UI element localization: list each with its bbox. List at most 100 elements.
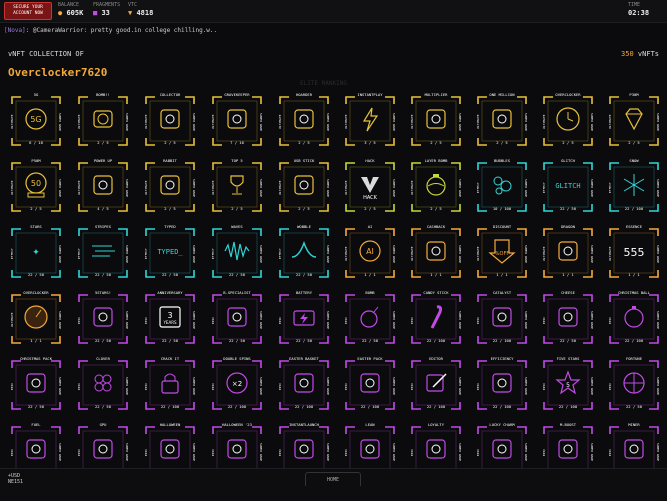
home-tab[interactable]: HOME: [305, 472, 361, 486]
card-count: 22 / 50: [295, 338, 312, 343]
vnft-card[interactable]: ESSENCE ULTIMATE SUPER RARE 555 1 / 1: [607, 224, 661, 280]
vnft-card[interactable]: CATALYST EPIC SUPER RARE 22 / 100: [475, 290, 529, 346]
vnft-card[interactable]: BOMB EPIC SUPER RARE 22 / 50: [343, 290, 397, 346]
vnft-card[interactable]: P50M ULTIMATE SUPER RARE 50 2 / 5: [9, 158, 63, 214]
card-tier: ULTIMATE: [344, 246, 348, 262]
svg-text:5G: 5G: [30, 115, 41, 124]
vnft-card[interactable]: HACK ULTIMATE SUPER RARE HACK 2 / 5: [343, 158, 397, 214]
card-tier: ULTIMATE: [278, 114, 282, 130]
vnft-card[interactable]: POWER UP ULTIMATE SUPER RARE 4 / 5: [76, 158, 130, 214]
vnft-card[interactable]: TYPED EFFECT SUPER RARE TYPED_ 22 / 50: [143, 224, 197, 280]
card-rarity: SUPER RARE: [259, 178, 263, 198]
vnft-card[interactable]: INSTANTPLAY ULTIMATE SUPER RARE 3 / 5: [343, 92, 397, 148]
vnft-card[interactable]: COLLECTOR ULTIMATE SUPER RARE 2 / 5: [143, 92, 197, 148]
card-tier: EPIC: [476, 316, 480, 324]
clover-icon: [94, 374, 112, 392]
vnft-card[interactable]: DRAGON ULTIMATE SUPER RARE 1 / 1: [541, 224, 595, 280]
cards-icon: [360, 439, 380, 459]
card-count: 2 / 5: [231, 206, 243, 211]
pumpkin-icon: [160, 439, 180, 459]
vnft-card[interactable]: USB STICK ULTIMATE SUPER RARE 2 / 5: [277, 158, 331, 214]
vnft-card[interactable]: 5STARS! EPIC SUPER RARE 22 / 50: [76, 290, 130, 346]
card-count: 2 / 5: [298, 140, 310, 145]
card-tier: ULTIMATE: [77, 114, 81, 130]
svg-text:3: 3: [167, 311, 172, 320]
card-name: STRIPES: [94, 224, 111, 229]
vnft-card[interactable]: DOUBLE SPINS EPIC SUPER RARE ×2 22 / 100: [210, 356, 264, 412]
vnft-card[interactable]: CASHBACK ULTIMATE SUPER RARE 1 / 1: [409, 224, 463, 280]
vnft-card[interactable]: ONE MILLION ULTIMATE SUPER RARE 2 / 5: [475, 92, 529, 148]
card-tier: ULTIMATE: [542, 246, 546, 262]
vnft-card[interactable]: TOP 5 ULTIMATE SUPER RARE 2 / 5: [210, 158, 264, 214]
vnft-card[interactable]: CHRISTMAS BALL EPIC SUPER RARE 22 / 100: [607, 290, 661, 346]
card-name: TOP 5: [231, 158, 243, 163]
card-tier: EPIC: [10, 448, 14, 456]
vnft-card[interactable]: WAVES EFFECT SUPER RARE 22 / 50: [210, 224, 264, 280]
card-tier: ULTIMATE: [410, 114, 414, 130]
vnft-card[interactable]: EDITOR EPIC SUPER RARE 22 / 100: [409, 356, 463, 412]
vnft-card[interactable]: FIVE STARS EPIC SUPER RARE 5 22 / 100: [541, 356, 595, 412]
vnft-card[interactable]: MULTIPLIER ULTIMATE SUPER RARE 2 / 5: [409, 92, 463, 148]
catalyst-icon: [492, 307, 512, 327]
vnft-card[interactable]: EFFICIENCY EPIC SUPER RARE 22 / 100: [475, 356, 529, 412]
card-name: MULTIPLIER: [424, 92, 448, 97]
vnft-card[interactable]: CHRISTMAS PACK EPIC SUPER RARE 22 / 50: [9, 356, 63, 412]
vnft-card[interactable]: GLITCH EFFECT SUPER RARE GLITCH 22 / 50: [541, 158, 595, 214]
card-rarity: SUPER RARE: [326, 376, 330, 396]
typed-icon: TYPED_: [157, 248, 183, 256]
card-tier: EPIC: [410, 316, 414, 324]
card-name: WOBBLE: [297, 224, 311, 229]
vnft-card[interactable]: 5G ULTIMATE SUPER RARE 5G 6 / 10: [9, 92, 63, 148]
card-rarity: SUPER RARE: [458, 442, 462, 462]
card-name: DOUBLE SPINS: [223, 356, 251, 361]
ufo-icon: [294, 439, 314, 459]
vnft-card[interactable]: FORTUNE EPIC SUPER RARE 22 / 50: [607, 356, 661, 412]
card-name: BUBBLES: [493, 158, 510, 163]
vnft-card[interactable]: B-SPECIALIST EPIC SUPER RARE 22 / 50: [210, 290, 264, 346]
vnft-card[interactable]: HOARDER ULTIMATE SUPER RARE 2 / 5: [277, 92, 331, 148]
card-name: CATALYST: [492, 290, 512, 295]
vnft-card[interactable]: OVERCLOCKER ULTIMATE SUPER RARE 1 / 1: [9, 290, 63, 346]
vnft-card[interactable]: BUBBLES EFFECT SUPER RARE 10 / 100: [475, 158, 529, 214]
card-tier: EPIC: [608, 382, 612, 390]
vnft-card[interactable]: AI ULTIMATE SUPER RARE AI 1 / 1: [343, 224, 397, 280]
card-tier: ULTIMATE: [410, 246, 414, 262]
card-rarity: SUPER RARE: [392, 310, 396, 330]
card-tier: EPIC: [211, 448, 215, 456]
wobble-icon: [291, 240, 317, 258]
card-count: 2 / 5: [430, 140, 442, 145]
card-count: 7 / 10: [230, 140, 244, 145]
vnft-card[interactable]: BATTERY EPIC SUPER RARE 22 / 50: [277, 290, 331, 346]
vnft-card[interactable]: P30M ULTIMATE SUPER RARE 2 / 5: [607, 92, 661, 148]
card-tier: EFFECT: [542, 182, 546, 194]
vnft-card[interactable]: ANNIVERSARY EPIC SUPER RARE 3 YEARS 22 / 50: [143, 290, 197, 346]
vnft-card[interactable]: CANDY STICK EPIC SUPER RARE 22 / 100: [409, 290, 463, 346]
vnft-card[interactable]: EASTER BASKET EPIC SUPER RARE 22 / 100: [277, 356, 331, 412]
card-name: RABBIT: [163, 158, 177, 163]
card-rarity: SUPER RARE: [590, 244, 594, 264]
card-rarity: SUPER RARE: [58, 244, 62, 264]
bomb-timer-icon: [93, 110, 113, 128]
vnft-card[interactable]: CHEESE EPIC SUPER RARE 22 / 50: [541, 290, 595, 346]
card-rarity: SUPER RARE: [58, 442, 62, 462]
card-name: CHEESE: [561, 290, 575, 295]
vnft-card[interactable]: LAYER BOMB ULTIMATE SUPER RARE 2 / 5: [409, 158, 463, 214]
card-tier: EPIC: [211, 382, 215, 390]
vnft-card[interactable]: DISCOUNT ULTIMATE SUPER RARE %OFF 1 / 1: [475, 224, 529, 280]
vnft-card[interactable]: STRIPES EFFECT SUPER RARE 22 / 50: [76, 224, 130, 280]
vnft-card[interactable]: WOBBLE EFFECT SUPER RARE 22 / 50: [277, 224, 331, 280]
card-name: B-SPECIALIST: [223, 290, 251, 295]
diamond-icon: [625, 108, 643, 131]
vnft-card[interactable]: EASTER PACK EPIC SUPER RARE 22 / 100: [343, 356, 397, 412]
vnft-card[interactable]: CLOVER EPIC SUPER RARE 22 / 50: [76, 356, 130, 412]
vnft-card[interactable]: CRACK IT EPIC SUPER RARE 22 / 100: [143, 356, 197, 412]
vnft-card[interactable]: SNOW EFFECT SUPER RARE 22 / 100: [607, 158, 661, 214]
vnft-card[interactable]: BOMB!! ULTIMATE SUPER RARE 2 / 5: [76, 92, 130, 148]
vnft-card[interactable]: RABBIT ULTIMATE SUPER RARE 2 / 5: [143, 158, 197, 214]
sleigh-icon: [26, 373, 46, 393]
card-rarity: SUPER RARE: [326, 112, 330, 132]
vnft-card[interactable]: OVERCLOCKER ULTIMATE SUPER RARE 2 / 5: [541, 92, 595, 148]
card-count: 2 / 5: [164, 206, 176, 211]
vnft-card[interactable]: STARS EFFECT SUPER RARE ✦ 22 / 50: [9, 224, 63, 280]
vnft-card[interactable]: GRAVEKEEPER ULTIMATE SUPER RARE 7 / 10: [210, 92, 264, 148]
